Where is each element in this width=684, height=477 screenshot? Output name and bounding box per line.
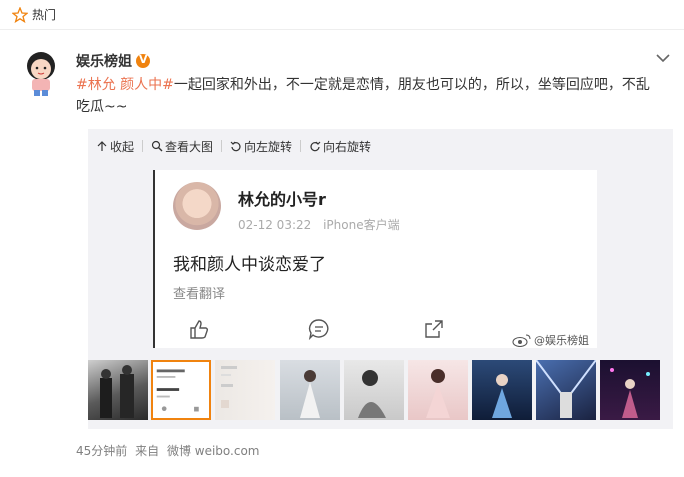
comment-icon (308, 319, 329, 340)
screenshot-client: iPhone客户端 (323, 218, 400, 232)
thumbnail-screenshot-preview (156, 369, 199, 412)
hot-header: 热门 (0, 0, 684, 30)
thumbnail[interactable] (215, 360, 275, 420)
rotate-right-button[interactable]: 向右旋转 (309, 138, 371, 155)
thumbnail[interactable] (344, 360, 404, 420)
rotate-right-label[interactable]: 向右旋转 (323, 138, 371, 155)
post-text: #林允 颜人中#一起回家和外出，不一定就是恋情，朋友也可以的，所以，坐等回应吧，… (76, 74, 656, 118)
divider (300, 140, 302, 152)
screenshot-meta: 02-12 03:22 iPhone客户端 (238, 216, 408, 233)
rotate-left-label[interactable]: 向左旋转 (244, 138, 292, 155)
thumbnail-stage (610, 368, 650, 418)
magnifier-icon (151, 140, 163, 152)
share-icon (425, 320, 443, 338)
screenshot-username: 林允的小号r (238, 190, 326, 209)
author-avatar[interactable] (22, 50, 60, 98)
collapse-arrow-icon (97, 141, 107, 151)
verified-badge-icon (136, 53, 150, 68)
thumbnail-blurry-text (221, 366, 237, 408)
thumbnail[interactable] (536, 360, 596, 420)
collapse-label[interactable]: 收起 (110, 138, 134, 155)
media-panel: 收起 查看大图 向左旋转 向右旋转 林允的小号r 02-12 03:22 iPh… (88, 129, 673, 429)
divider (142, 140, 144, 152)
weibo-logo-icon (512, 334, 531, 347)
watermark-text: @娱乐榜姐 (534, 334, 589, 347)
star-icon (12, 6, 28, 23)
thumbnail-figure (300, 370, 320, 418)
rotate-left-icon (230, 141, 241, 152)
view-large-label[interactable]: 查看大图 (165, 138, 213, 155)
screenshot-translate: 查看翻译 (173, 287, 226, 302)
thumbs-up-icon (190, 320, 209, 339)
media-toolbar: 收起 查看大图 向左旋转 向右旋转 (88, 129, 389, 163)
thumbnail-selected[interactable] (151, 360, 211, 420)
author-name[interactable]: 娱乐榜姐 (76, 51, 150, 71)
thumbnail[interactable] (280, 360, 340, 420)
thumbnail-figure (358, 370, 386, 418)
post-source[interactable]: 微博 weibo.com (167, 444, 260, 458)
rotate-left-button[interactable]: 向左旋转 (230, 138, 292, 155)
post-time[interactable]: 45分钟前 (76, 444, 127, 458)
hot-label: 热门 (32, 8, 57, 22)
thumbnail[interactable] (472, 360, 532, 420)
rotate-right-icon (310, 141, 321, 152)
chevron-down-icon[interactable] (656, 53, 670, 63)
screenshot-content: 我和颜人中谈恋爱了 (173, 255, 326, 275)
thumbnail[interactable] (600, 360, 660, 420)
thumbnail[interactable] (408, 360, 468, 420)
screenshot-avatar (173, 182, 221, 230)
screenshot-date: 02-12 03:22 (238, 218, 312, 232)
post-source-prefix: 来自 (135, 444, 160, 458)
post-meta: 45分钟前 来自 微博 weibo.com (76, 442, 264, 459)
large-image[interactable]: 林允的小号r 02-12 03:22 iPhone客户端 我和颜人中谈恋爱了 查… (153, 170, 597, 348)
thumbnail-figures (100, 365, 134, 418)
author-name-text[interactable]: 娱乐榜姐 (76, 51, 132, 71)
view-large-button[interactable]: 查看大图 (151, 138, 213, 155)
thumbnail[interactable] (88, 360, 148, 420)
thumbnail-stage (536, 360, 596, 418)
collapse-button[interactable]: 收起 (96, 138, 134, 155)
thumbnail-figure (426, 369, 450, 418)
divider (221, 140, 223, 152)
hashtag-link[interactable]: #林允 颜人中# (76, 77, 174, 93)
image-watermark: @娱乐榜姐 (512, 332, 589, 348)
thumbnail-stage (492, 374, 512, 418)
